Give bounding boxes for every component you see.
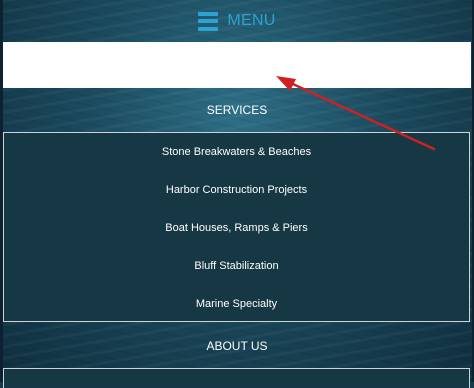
submenu-item-boat-houses[interactable]: Boat Houses, Ramps & Piers — [4, 222, 469, 234]
hamburger-icon — [198, 11, 219, 31]
hamburger-bar — [198, 19, 219, 23]
menu-toggle[interactable]: MENU — [0, 0, 474, 42]
nav-item-about-us[interactable]: ABOUT US — [0, 339, 474, 353]
nav-item-services[interactable]: SERVICES — [0, 103, 474, 117]
hamburger-bar — [198, 26, 219, 31]
about-submenu-box — [3, 368, 470, 388]
submenu-item-stone-breakwaters[interactable]: Stone Breakwaters & Beaches — [4, 146, 469, 158]
submenu-item-harbor-construction[interactable]: Harbor Construction Projects — [4, 184, 469, 196]
submenu-item-bluff-stabilization[interactable]: Bluff Stabilization — [4, 260, 469, 272]
submenu-item-marine-specialty[interactable]: Marine Specialty — [4, 298, 469, 310]
menu-label: MENU — [227, 12, 276, 29]
services-submenu: Stone Breakwaters & Beaches Harbor Const… — [3, 132, 470, 322]
hamburger-bar — [198, 11, 219, 16]
nav-item-home-label[interactable]: HOME — [0, 57, 474, 71]
